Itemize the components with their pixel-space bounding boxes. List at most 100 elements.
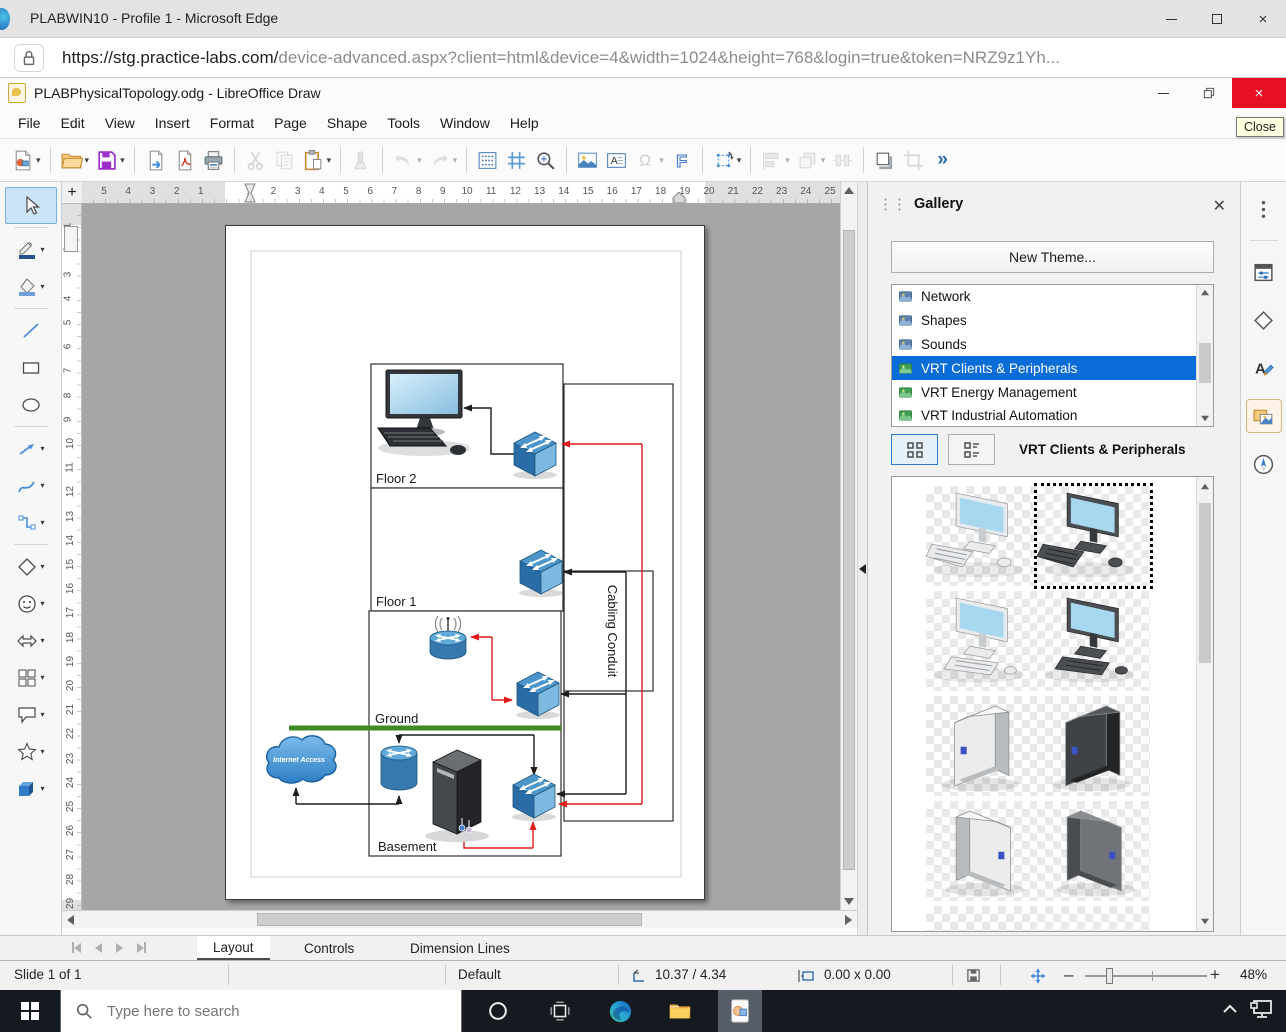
horizontal-scrollbar[interactable] [62, 910, 857, 928]
gallery-thumb-tower-case-white-left[interactable] [926, 696, 1039, 796]
menu-window[interactable]: Window [430, 111, 500, 135]
gallery-thumb-tower-case-black-left[interactable] [1037, 696, 1150, 796]
canvas-area[interactable]: Internet Access Floor 2 Floor 1 Ground B… [82, 204, 840, 910]
insert-text-box-button[interactable]: A [602, 142, 631, 178]
insert-image-button[interactable] [573, 142, 602, 178]
router[interactable] [381, 746, 417, 790]
ellipse-tool[interactable] [5, 386, 57, 423]
display-grid-button[interactable] [473, 142, 502, 178]
wireless-access-point[interactable] [430, 616, 466, 659]
master-slide-name[interactable]: Default [458, 967, 501, 982]
first-page-button[interactable] [72, 940, 81, 958]
gallery-theme-item[interactable]: VRT Industrial Automation [892, 404, 1213, 427]
file-explorer-button[interactable] [658, 990, 702, 1032]
gallery-theme-item[interactable]: Shapes [892, 309, 1213, 333]
icon-view-button[interactable] [891, 434, 938, 465]
vertical-ruler[interactable]: 1234567891011121314151617181920212223242… [62, 204, 82, 910]
callout-shapes-tool[interactable]: ▾ [5, 696, 57, 733]
gallery-thumb-desktop-computer-dark[interactable] [1037, 486, 1150, 586]
snap-guides-button[interactable] [502, 142, 531, 178]
gallery-theme-item[interactable]: VRT Energy Management [892, 380, 1213, 404]
stars-and-banners-tool[interactable]: ▾ [5, 733, 57, 770]
vertical-scrollbar[interactable] [840, 182, 857, 910]
libreoffice-draw-taskbar-button[interactable] [718, 990, 762, 1032]
sidebar-tab-navigator[interactable] [1246, 447, 1282, 481]
menu-insert[interactable]: Insert [145, 111, 200, 135]
menu-shape[interactable]: Shape [317, 111, 377, 135]
zoom-button[interactable] [531, 142, 560, 178]
menu-page[interactable]: Page [264, 111, 317, 135]
export-pdf-button[interactable] [170, 142, 199, 178]
gallery-theme-item[interactable]: VRT Clients & Peripherals [892, 356, 1213, 380]
gallery-thumb-monitor-keyboard-light[interactable] [926, 591, 1039, 691]
gallery-thumb-monitor-keyboard-dark[interactable] [1037, 591, 1150, 691]
flowchart-tool[interactable]: ▾ [5, 659, 57, 696]
shadow-button[interactable] [870, 142, 899, 178]
line-color-tool[interactable]: ▾ [5, 231, 57, 268]
zoom-slider-track[interactable] [1085, 975, 1207, 977]
gallery-theme-item[interactable]: Network [892, 285, 1213, 309]
basic-shapes-tool[interactable]: ▾ [5, 548, 57, 585]
sidebar-tab-shapes-deck[interactable] [1246, 303, 1282, 337]
zoom-in-button[interactable]: + [1210, 965, 1220, 985]
edge-taskbar-button[interactable] [598, 990, 642, 1032]
print-button[interactable] [199, 142, 228, 178]
taskbar-search[interactable] [60, 990, 462, 1032]
address-bar[interactable]: https://stg.practice-labs.com/device-adv… [62, 48, 1060, 68]
more-toolbar-options-button[interactable]: » [928, 142, 957, 178]
lo-close-button[interactable]: × [1232, 78, 1286, 108]
menu-file[interactable]: File [8, 111, 51, 135]
lo-minimize-button[interactable] [1140, 78, 1186, 108]
symbol-shapes-tool[interactable]: ▾ [5, 585, 57, 622]
sidebar-tab-properties[interactable] [1246, 255, 1282, 289]
3d-objects-tool[interactable]: ▾ [5, 770, 57, 807]
zoom-slider-thumb[interactable] [1106, 968, 1113, 984]
cortana-button[interactable] [476, 990, 520, 1032]
sidebar-tab-sidebar-settings[interactable] [1246, 192, 1282, 226]
vertical-scrollbar-thumb[interactable] [843, 230, 855, 870]
lo-restore-button[interactable] [1186, 78, 1232, 108]
zoom-out-button[interactable]: – [1064, 965, 1073, 985]
horizontal-ruler[interactable]: 6543211234567891011121314151617181920212… [82, 182, 840, 204]
drawing-page[interactable]: Internet Access Floor 2 Floor 1 Ground B… [225, 225, 705, 900]
connectors-tool[interactable]: ▾ [5, 504, 57, 541]
gallery-thumb-tower-case-gray-right[interactable] [1037, 801, 1150, 901]
layer-tab-layout[interactable]: Layout [197, 936, 270, 961]
fill-color-tool[interactable]: ▾ [5, 268, 57, 305]
menu-view[interactable]: View [95, 111, 145, 135]
transformations-button[interactable]: ▾ [709, 142, 745, 178]
edge-urlbar[interactable]: https://stg.practice-labs.com/device-adv… [0, 38, 1286, 78]
rectangle-tool[interactable] [5, 349, 57, 386]
workstation[interactable] [378, 370, 470, 456]
list-view-button[interactable] [948, 434, 995, 465]
open-button[interactable]: ▾ [57, 142, 93, 178]
block-arrows-tool[interactable]: ▾ [5, 622, 57, 659]
lines-and-arrows-tool[interactable]: ▾ [5, 430, 57, 467]
horizontal-scrollbar-thumb[interactable] [257, 913, 642, 926]
menu-format[interactable]: Format [200, 111, 264, 135]
gallery-close-icon[interactable]: ✕ [1213, 196, 1226, 216]
topology-diagram[interactable]: Internet Access Floor 2 Floor 1 Ground B… [226, 226, 706, 901]
sidebar-tab-gallery-deck[interactable] [1246, 399, 1282, 433]
insert-fontwork-button[interactable]: F [667, 142, 696, 178]
thumbnails-scrollbar[interactable] [1196, 477, 1213, 931]
gallery-thumb-tower-case-white-right[interactable] [926, 801, 1039, 901]
edge-maximize-button[interactable] [1194, 0, 1240, 38]
theme-list-scrollbar[interactable] [1196, 285, 1213, 426]
internet-cloud[interactable]: Internet Access [267, 736, 336, 783]
menu-tools[interactable]: Tools [377, 111, 430, 135]
select-tool[interactable] [5, 187, 57, 224]
start-button[interactable] [0, 990, 60, 1032]
save-button[interactable]: ▾ [92, 142, 128, 178]
new-document-button[interactable]: ▾ [8, 142, 44, 178]
search-input[interactable] [105, 1002, 405, 1021]
next-page-button[interactable] [116, 940, 123, 958]
edge-close-button[interactable]: × [1240, 0, 1286, 38]
fit-slide-icon[interactable] [1030, 968, 1046, 987]
gallery-thumb-monitor-partial-right[interactable] [1037, 906, 1150, 932]
lock-icon[interactable] [14, 44, 44, 72]
gallery-thumb-monitor-partial-left[interactable] [926, 906, 1039, 932]
gallery-theme-item[interactable]: Sounds [892, 333, 1213, 357]
panel-grip-icon[interactable]: ⋮⋮ [878, 195, 906, 213]
last-page-button[interactable] [137, 940, 146, 958]
